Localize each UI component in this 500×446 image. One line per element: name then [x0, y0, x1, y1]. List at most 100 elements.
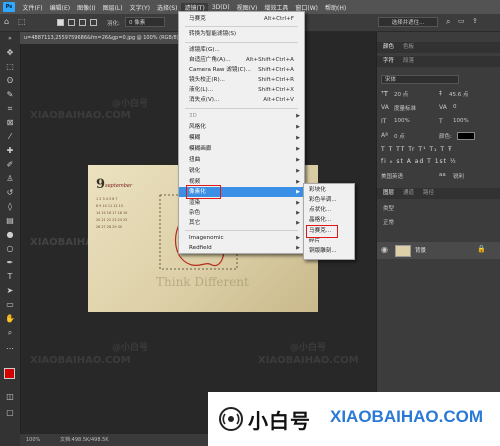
- move-tool-icon[interactable]: ✥: [5, 48, 15, 58]
- foreground-color-swatch[interactable]: [4, 368, 15, 379]
- quick-mask-icon[interactable]: ◫: [5, 392, 15, 402]
- menu-file[interactable]: 文件(F): [19, 3, 46, 12]
- tab-channels[interactable]: 通道: [403, 188, 414, 199]
- vertical-scale-field[interactable]: 100%: [394, 118, 410, 124]
- menu-item-3d[interactable]: 3D ▶: [179, 111, 304, 121]
- menu-item-blur-gallery[interactable]: 模糊画廊 ▶: [179, 144, 304, 154]
- tab-paragraph[interactable]: 段落: [403, 56, 414, 67]
- layer-row[interactable]: ◉ 背景 🔒: [377, 242, 500, 259]
- layer-name: 背景: [415, 248, 427, 254]
- menu-item-filter-gallery[interactable]: 滤镜库(G)...: [179, 45, 304, 55]
- feather-input[interactable]: 0 像素: [125, 17, 165, 27]
- document-tab-bar: u=4887113,2559759686&fm=26&gp=0.jpg @ 10…: [20, 32, 200, 44]
- tab-paths[interactable]: 路径: [423, 188, 434, 199]
- collapse-toolbar-icon[interactable]: »: [5, 34, 15, 44]
- brush-tool-icon[interactable]: ✐: [5, 160, 15, 170]
- marquee-tool-icon[interactable]: ⬚: [5, 62, 15, 72]
- menu-type[interactable]: 文字(Y): [126, 3, 153, 12]
- pen-tool-icon[interactable]: ✒: [5, 258, 15, 268]
- menu-image[interactable]: 图像(I): [74, 3, 99, 12]
- intersect-selection-icon[interactable]: [90, 19, 97, 26]
- submenu-item-mezzotint[interactable]: 铜版雕刻...: [304, 246, 354, 257]
- blur-tool-icon[interactable]: ●: [5, 230, 15, 240]
- path-select-tool-icon[interactable]: ➤: [5, 286, 15, 296]
- menu-item-imagenomic[interactable]: Imagenomic ▶: [179, 233, 304, 243]
- subtract-selection-icon[interactable]: [79, 19, 86, 26]
- menu-select[interactable]: 选择(S): [153, 3, 181, 12]
- frame-tool-icon[interactable]: ⊠: [5, 118, 15, 128]
- hand-tool-icon[interactable]: ✋: [5, 314, 15, 324]
- menu-item-noise[interactable]: 杂色 ▶: [179, 208, 304, 218]
- menu-item-liquify[interactable]: 液化(L)... Shift+Ctrl+X: [179, 85, 304, 95]
- zoom-tool-icon[interactable]: ⌕: [5, 328, 15, 338]
- document-tab[interactable]: u=4887113,2559759686&fm=26&gp=0.jpg @ 10…: [20, 32, 200, 44]
- font-family-select[interactable]: 宋体: [381, 75, 459, 84]
- healing-brush-tool-icon[interactable]: ✚: [5, 146, 15, 156]
- menu-item-adaptive-wide-angle[interactable]: 自适应广角(A)... Alt+Shift+Ctrl+A: [179, 55, 304, 65]
- add-selection-icon[interactable]: [68, 19, 75, 26]
- eye-icon[interactable]: ◉: [381, 245, 388, 254]
- history-brush-tool-icon[interactable]: ↺: [5, 188, 15, 198]
- type-tool-icon[interactable]: T: [5, 272, 15, 282]
- blend-mode-select[interactable]: 正常: [383, 218, 394, 226]
- tracking-field[interactable]: 度量标准: [394, 104, 416, 112]
- workspace-icon[interactable]: ▭: [458, 17, 465, 25]
- menu-item-stylize[interactable]: 风格化 ▶: [179, 122, 304, 132]
- menu-item-vanishing-point[interactable]: 消失点(V)... Alt+Ctrl+V: [179, 95, 304, 105]
- menu-item-sharpen[interactable]: 锐化 ▶: [179, 166, 304, 176]
- gradient-tool-icon[interactable]: ▤: [5, 216, 15, 226]
- menu-item-last-filter[interactable]: 马赛克 Alt+Ctrl+F: [179, 14, 304, 24]
- eyedropper-tool-icon[interactable]: ⁄: [5, 132, 15, 142]
- clone-stamp-tool-icon[interactable]: ♙: [5, 174, 15, 184]
- watermark-en: XIAOBAIHAO.COM: [30, 355, 131, 366]
- text-color-label: 颜色:: [439, 134, 452, 140]
- text-color-swatch[interactable]: [457, 132, 475, 140]
- eraser-tool-icon[interactable]: ◊: [5, 202, 15, 212]
- select-and-mask-button[interactable]: 选择并遮住...: [378, 17, 438, 27]
- pixelate-highlight-box: [186, 185, 221, 199]
- edit-toolbar-icon[interactable]: …: [5, 342, 15, 352]
- crop-tool-icon[interactable]: ⌗: [5, 104, 15, 114]
- menu-item-distort[interactable]: 扭曲 ▶: [179, 155, 304, 165]
- brand-banner: 小白号 XIAOBAIHAO.COM: [208, 392, 500, 446]
- menu-item-blur[interactable]: 模糊 ▶: [179, 133, 304, 143]
- menu-item-convert-smart-filter[interactable]: 转换为智能滤镜(S): [179, 29, 304, 39]
- font-size-field[interactable]: 20 点: [394, 90, 408, 98]
- home-icon[interactable]: ⌂: [4, 17, 9, 26]
- baseline-field[interactable]: 0 点: [394, 132, 405, 140]
- menu-edit[interactable]: 编辑(E): [46, 3, 73, 12]
- horizontal-scale-field[interactable]: 100%: [453, 118, 469, 124]
- layer-kind-filter[interactable]: 类型: [383, 204, 394, 212]
- opentype-buttons[interactable]: fi ℴ st A ad T 1st ½: [381, 158, 457, 165]
- text-style-buttons[interactable]: T T TT Tr T¹ T₁ T Ŧ: [381, 146, 453, 153]
- menu-item-redfield[interactable]: Redfield ▶: [179, 243, 304, 253]
- tab-color[interactable]: 颜色: [383, 42, 394, 53]
- dodge-tool-icon[interactable]: ○: [5, 244, 15, 254]
- menu-item-other[interactable]: 其它 ▶: [179, 218, 304, 228]
- leading-field[interactable]: 45.6 点: [449, 90, 469, 98]
- language-select[interactable]: 美国英语: [381, 172, 403, 180]
- new-selection-icon[interactable]: [57, 19, 64, 26]
- layer-thumbnail: [395, 245, 411, 257]
- rectangle-tool-icon[interactable]: ▭: [5, 300, 15, 310]
- leading-icon: ‡: [439, 90, 442, 97]
- tab-swatches[interactable]: 色板: [403, 42, 414, 53]
- lasso-tool-icon[interactable]: ʘ: [5, 76, 15, 86]
- menu-item-camera-raw[interactable]: Camera Raw 滤镜(C)... Shift+Ctrl+A: [179, 65, 304, 75]
- menu-layer[interactable]: 图层(L): [99, 3, 126, 12]
- tab-character[interactable]: 字符: [383, 56, 394, 67]
- quick-select-tool-icon[interactable]: ✎: [5, 90, 15, 100]
- menu-item-lens-correction[interactable]: 镜头校正(R)... Shift+Ctrl+R: [179, 75, 304, 85]
- zoom-level[interactable]: 100%: [26, 434, 40, 446]
- menu-3d[interactable]: 3D(D): [208, 4, 233, 11]
- kerning-field[interactable]: 0: [453, 104, 457, 110]
- photoshop-logo: Ps: [3, 2, 15, 12]
- marquee-preset-icon[interactable]: ⬚: [18, 17, 26, 26]
- screen-mode-icon[interactable]: ▢: [5, 408, 15, 418]
- menu-help[interactable]: 帮助(H): [322, 3, 350, 12]
- menu-item-render[interactable]: 渲染 ▶: [179, 198, 304, 208]
- antialias-select[interactable]: 锐利: [453, 172, 464, 180]
- tab-layers[interactable]: 图层: [383, 188, 394, 199]
- share-icon[interactable]: ⇪: [472, 17, 478, 25]
- search-icon[interactable]: ⌕: [446, 17, 450, 27]
